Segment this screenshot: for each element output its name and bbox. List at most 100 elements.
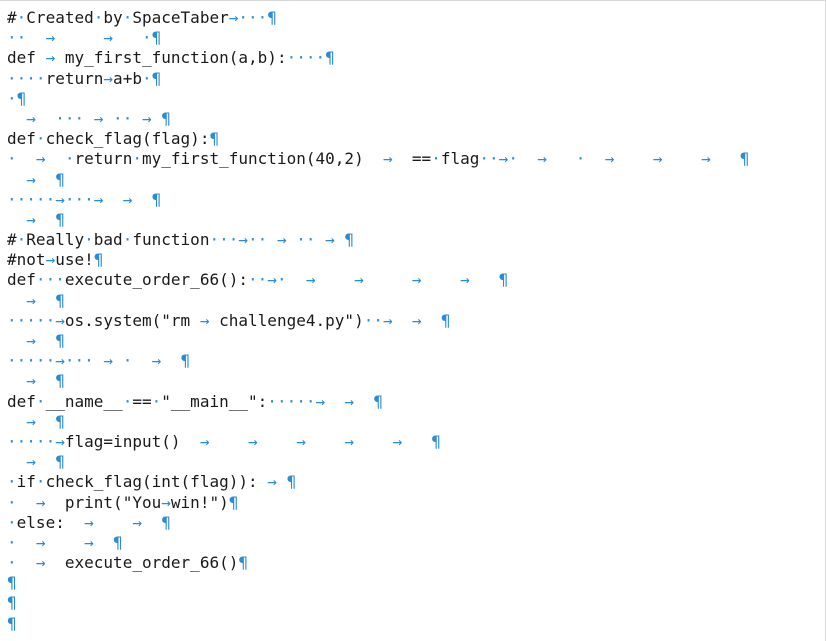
code-editor[interactable]: #·Created·by·SpaceTaber→···¶ ·· → → ·¶ d… — [0, 0, 826, 641]
editor-lines: #·Created·by·SpaceTaber→···¶ ·· → → ·¶ d… — [7, 8, 749, 634]
pilcrow-icon: ¶ — [55, 169, 65, 189]
space-dot-icon: · — [373, 310, 383, 330]
space-dot-icon: · — [16, 189, 27, 209]
code-line[interactable]: ·····→flag=input() → → → → → ¶ — [7, 432, 749, 452]
code-line[interactable]: → ¶ — [7, 331, 749, 351]
space-dot-icon: · — [7, 189, 17, 209]
code-line[interactable]: → ¶ — [7, 291, 749, 311]
space-dot-icon: · — [7, 553, 17, 573]
space-dot-icon: · — [122, 230, 133, 250]
space-dot-icon: · — [7, 351, 17, 371]
code-line[interactable]: #·Created·by·SpaceTaber→···¶ — [7, 8, 749, 28]
pilcrow-icon: ¶ — [55, 371, 65, 391]
tab-arrow-icon: → — [84, 532, 94, 552]
code-line[interactable]: ·····→··· → · → ¶ — [7, 351, 749, 371]
code-line[interactable]: · → → ¶ — [7, 533, 749, 553]
tab-arrow-icon: → — [537, 149, 547, 169]
space-dot-icon: · — [35, 129, 46, 149]
tab-arrow-icon: → — [344, 391, 355, 411]
tab-arrow-icon: → — [411, 310, 422, 330]
code-line[interactable]: ·····→···→ → ¶ — [7, 190, 749, 210]
pilcrow-icon: ¶ — [161, 108, 171, 128]
space-dot-icon: · — [84, 230, 94, 250]
tab-arrow-icon: → — [84, 512, 94, 532]
tab-arrow-icon: → — [26, 371, 36, 391]
pilcrow-icon: ¶ — [238, 553, 249, 573]
code-line[interactable]: #·Really·bad·function···→·· → ·· → ¶ — [7, 230, 749, 250]
tab-arrow-icon: → — [199, 310, 210, 330]
tab-arrow-icon: → — [103, 28, 114, 48]
tab-arrow-icon: → — [276, 230, 287, 250]
pilcrow-icon: ¶ — [228, 492, 239, 512]
pilcrow-icon: ¶ — [55, 411, 65, 431]
code-line[interactable]: · → print("You→win!")¶ — [7, 493, 749, 513]
code-line[interactable]: · → execute_order_66()¶ — [7, 553, 749, 573]
code-line[interactable]: ·· → → ·¶ — [7, 28, 749, 48]
code-line[interactable]: → ··· → ·· → ¶ — [7, 109, 749, 129]
tab-arrow-icon: → — [701, 149, 711, 169]
code-line[interactable]: def···execute_order_66():··→· → → → → ¶ — [7, 270, 749, 290]
space-dot-icon: · — [113, 108, 123, 128]
space-dot-icon: · — [296, 230, 306, 250]
code-line[interactable]: def·__name__·==·"__main__":·····→ → ¶ — [7, 392, 749, 412]
code-line[interactable]: ¶ — [7, 593, 749, 613]
space-dot-icon: · — [219, 230, 229, 250]
code-line[interactable]: ·····→os.system("rm → challenge4.py")··→… — [7, 311, 749, 331]
code-line[interactable]: ·else: → → ¶ — [7, 513, 749, 533]
code-line[interactable]: → ¶ — [7, 452, 749, 472]
code-line[interactable]: ·¶ — [7, 89, 749, 109]
tab-arrow-icon: → — [305, 270, 316, 290]
code-line[interactable]: def·check_flag(flag):¶ — [7, 129, 749, 149]
code-line[interactable]: def → my_first_function(a,b):····¶ — [7, 48, 749, 68]
space-dot-icon: · — [305, 48, 316, 68]
space-dot-icon: · — [257, 8, 268, 27]
space-dot-icon: · — [16, 68, 27, 88]
tab-arrow-icon: → — [199, 431, 210, 451]
space-dot-icon: · — [296, 391, 306, 411]
space-dot-icon: · — [35, 431, 46, 451]
tab-arrow-icon: → — [354, 270, 364, 290]
code-line[interactable]: ¶ — [7, 614, 749, 634]
tab-arrow-icon: → — [267, 472, 277, 492]
space-dot-icon: · — [489, 149, 499, 169]
code-line[interactable]: → ¶ — [7, 170, 749, 190]
tab-arrow-icon: → — [460, 270, 470, 290]
space-dot-icon: · — [16, 310, 27, 330]
space-dot-icon: · — [84, 351, 94, 371]
space-dot-icon: · — [7, 472, 17, 492]
space-dot-icon: · — [276, 391, 287, 411]
pilcrow-icon: ¶ — [55, 331, 65, 350]
pilcrow-icon: ¶ — [55, 290, 65, 310]
code-line[interactable]: ·if·check_flag(int(flag)): → ¶ — [7, 472, 749, 492]
space-dot-icon: · — [305, 230, 316, 250]
space-dot-icon: · — [363, 310, 374, 330]
code-line[interactable]: → ¶ — [7, 210, 749, 230]
space-dot-icon: · — [122, 391, 133, 411]
space-dot-icon: · — [228, 230, 239, 250]
space-dot-icon: · — [7, 28, 17, 48]
tab-arrow-icon: → — [103, 351, 114, 371]
code-line[interactable]: → ¶ — [7, 412, 749, 432]
code-line[interactable]: ¶ — [7, 573, 749, 593]
tab-arrow-icon: → — [45, 28, 56, 48]
tab-arrow-icon: → — [132, 512, 142, 532]
tab-arrow-icon: → — [55, 431, 65, 451]
space-dot-icon: · — [431, 149, 441, 169]
tab-arrow-icon: → — [498, 149, 509, 169]
code-line[interactable]: ····return→a+b·¶ — [7, 69, 749, 89]
space-dot-icon: · — [209, 230, 220, 250]
space-dot-icon: · — [26, 431, 36, 451]
code-line[interactable]: #not→use!¶ — [7, 250, 749, 270]
tab-arrow-icon: → — [392, 431, 403, 451]
space-dot-icon: · — [16, 230, 27, 250]
pilcrow-icon: ¶ — [431, 431, 441, 451]
pilcrow-icon: ¶ — [161, 512, 171, 532]
tab-arrow-icon: → — [26, 290, 36, 310]
space-dot-icon: · — [315, 48, 326, 68]
tab-arrow-icon: → — [315, 391, 326, 411]
pilcrow-icon: ¶ — [93, 250, 104, 270]
code-line[interactable]: → ¶ — [7, 371, 749, 391]
tab-arrow-icon: → — [411, 270, 422, 290]
pilcrow-icon: ¶ — [151, 68, 162, 88]
code-line[interactable]: · → ·return·my_first_function(40,2) → ==… — [7, 149, 749, 169]
